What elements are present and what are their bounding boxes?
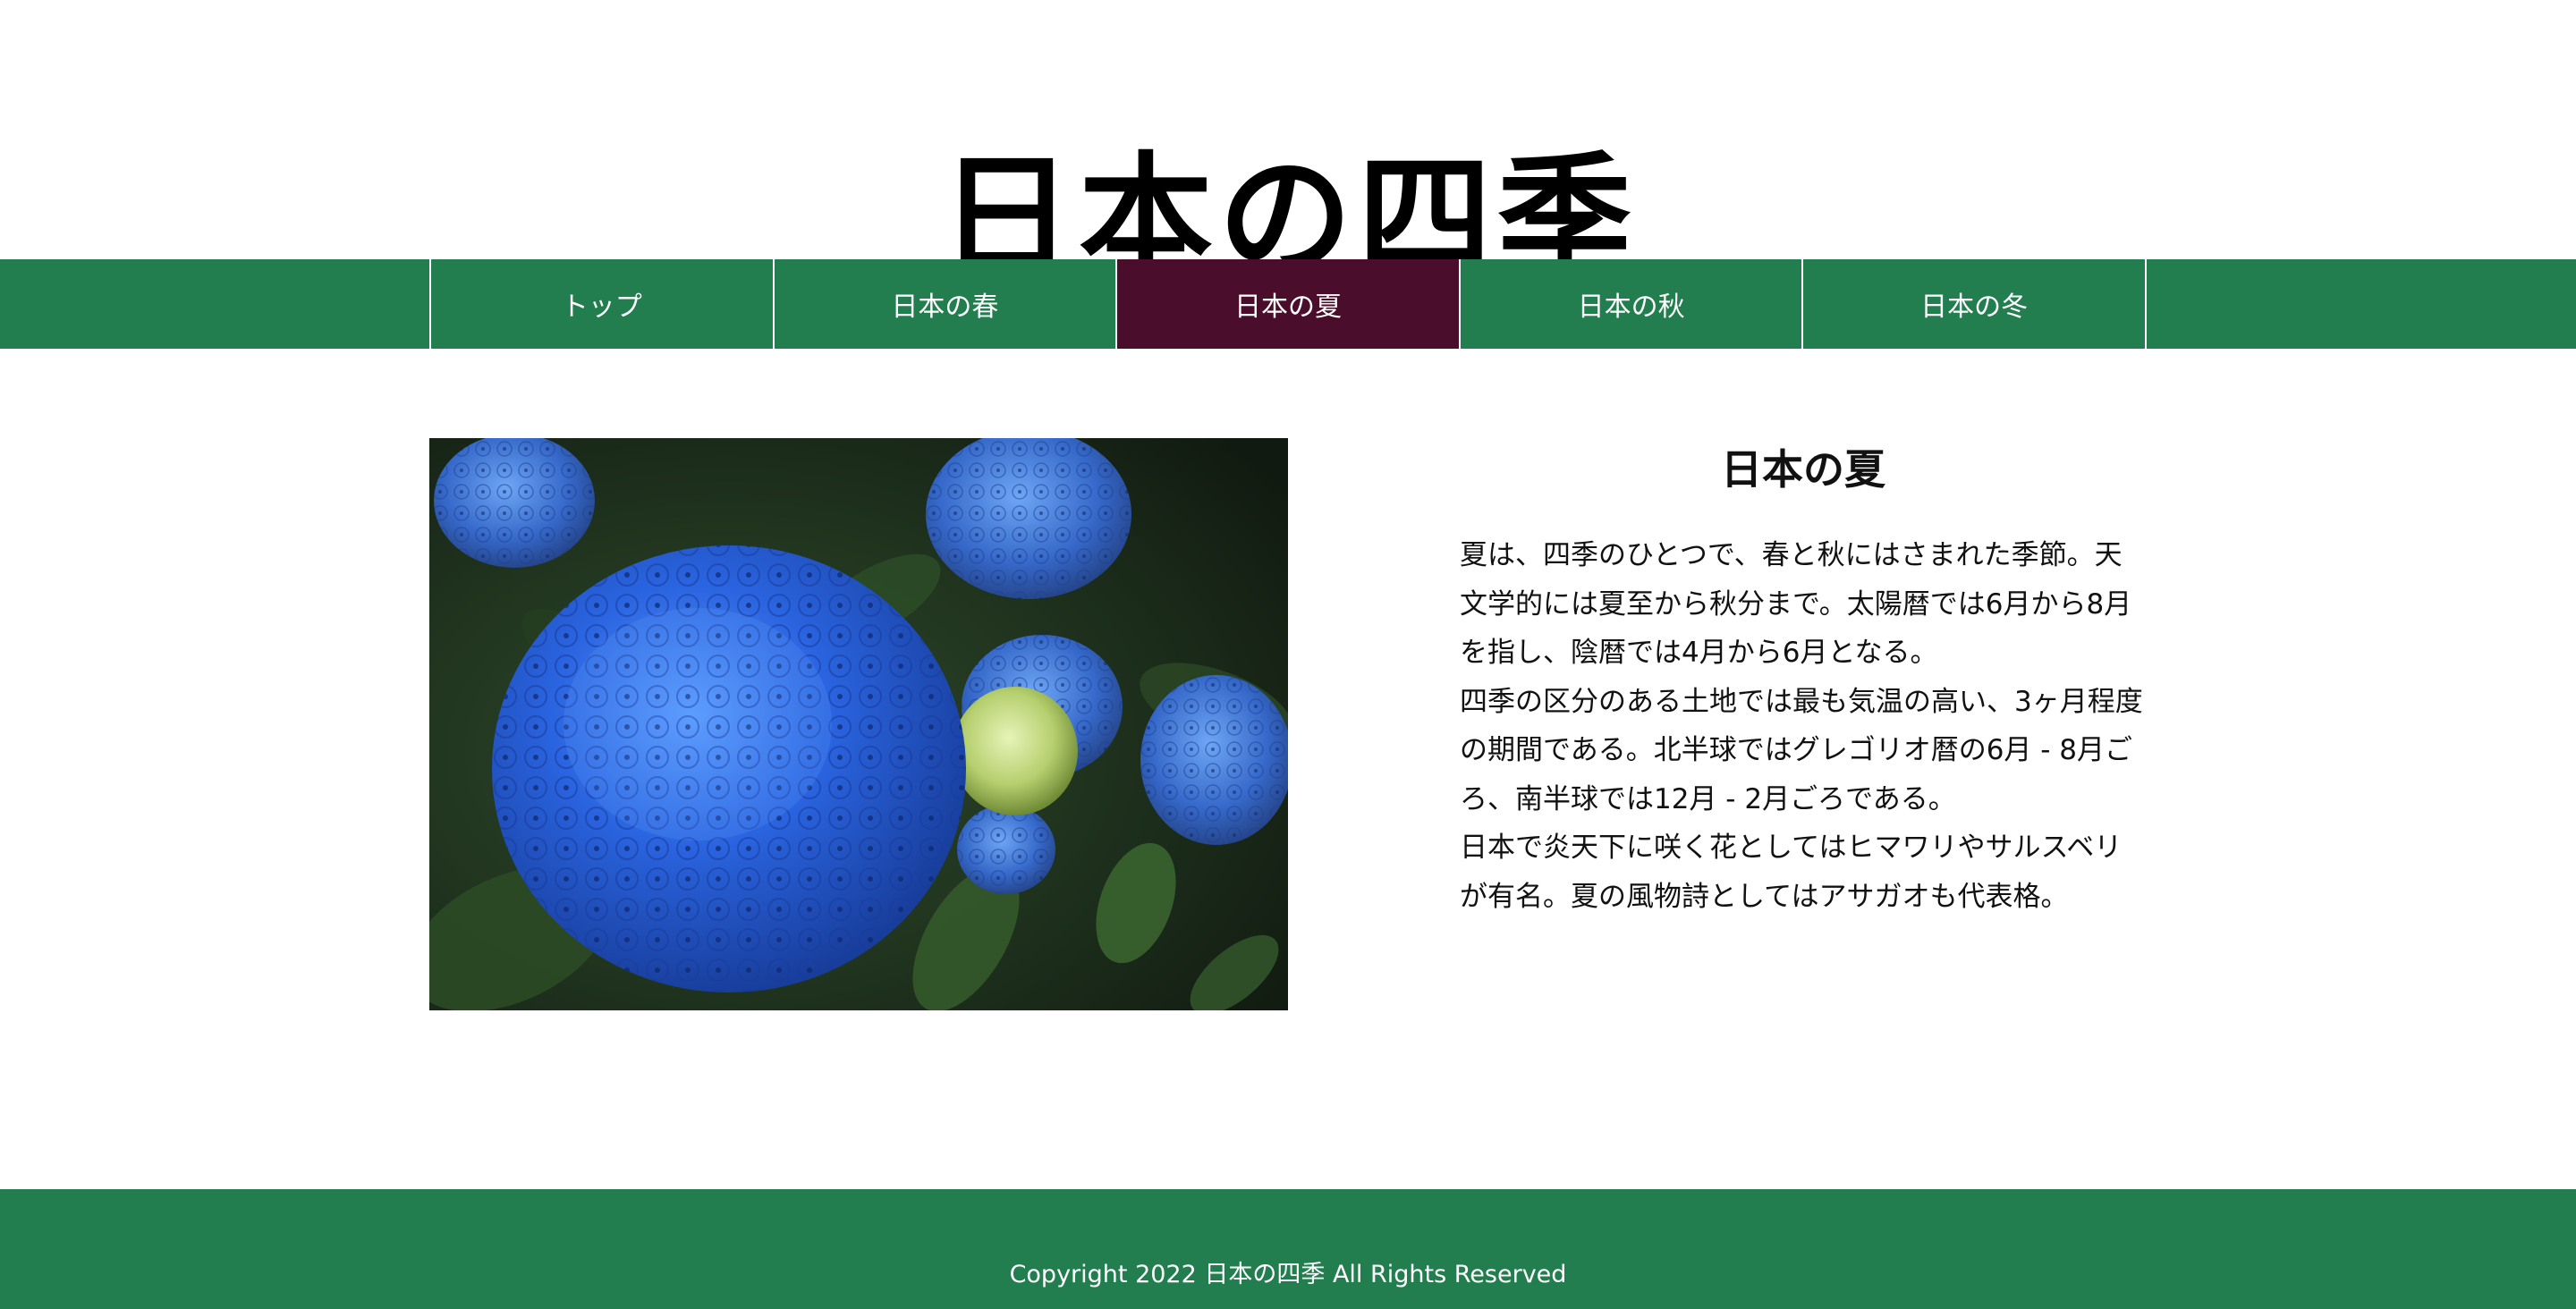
site-footer: Copyright 2022 日本の四季 All Rights Reserved [0,1189,2576,1309]
copyright-text: Copyright 2022 日本の四季 All Rights Reserved [1009,1261,1567,1288]
article-body: 夏は、四季のひとつで、春と秋にはさまれた季節。天文学的には夏至から秋分まで。太陽… [1460,531,2147,921]
nav-item-spring[interactable]: 日本の春 [775,259,1118,349]
nav-item-top[interactable]: トップ [431,259,775,349]
article-title: 日本の夏 [1721,445,1885,494]
article-paragraph: 日本で炎天下に咲く花としてはヒマワリやサルスベリが有名。夏の風物詩としてはアサガ… [1460,832,2123,913]
article-paragraph: 四季の区分のある土地では最も気温の高い、3ヶ月程度の期間である。北半球ではグレゴ… [1460,685,2143,815]
nav-item-autumn[interactable]: 日本の秋 [1461,259,1804,349]
article-section: 日本の夏 夏は、四季のひとつで、春と秋にはさまれた季節。天文学的には夏至から秋分… [1460,438,2147,921]
site-header: 日本の四季 [0,0,2576,296]
nav-list: トップ 日本の春 日本の夏 日本の秋 日本の冬 [429,259,2147,349]
main-nav: トップ 日本の春 日本の夏 日本の秋 日本の冬 [0,259,2576,349]
hydrangea-photo [429,438,1288,1010]
nav-item-summer[interactable]: 日本の夏 [1117,259,1461,349]
nav-item-winter[interactable]: 日本の冬 [1803,259,2147,349]
article-paragraph: 夏は、四季のひとつで、春と秋にはさまれた季節。天文学的には夏至から秋分まで。太陽… [1460,539,2132,669]
